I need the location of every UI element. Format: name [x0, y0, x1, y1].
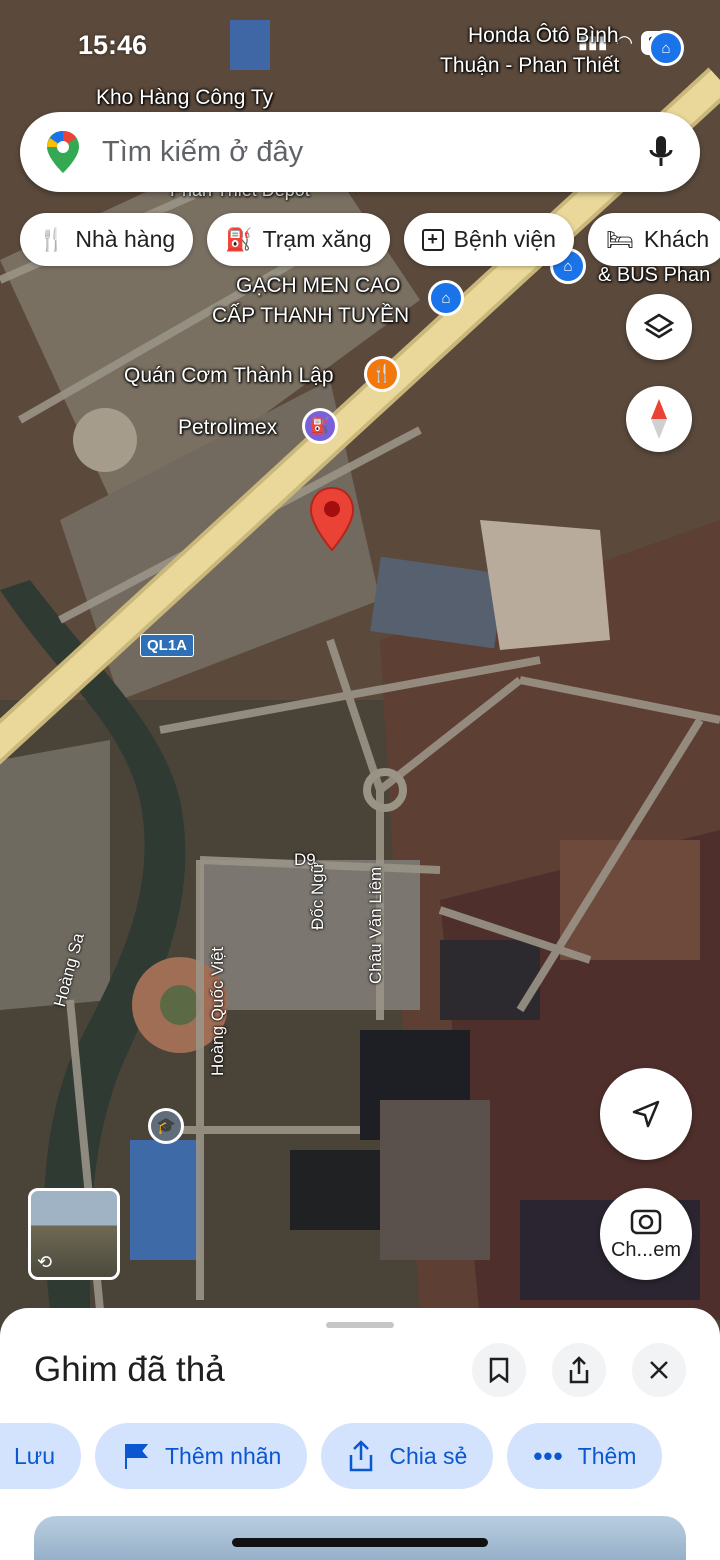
place-label-gach-men-2[interactable]: CẤP THANH TUYỀN	[212, 304, 409, 328]
dropped-pin-sheet: Ghim đã thả Lưu Thêm nhãn Chia sẻ ••• Th…	[0, 1308, 720, 1560]
search-bar[interactable]: Tìm kiếm ở đây	[20, 112, 700, 192]
add-label-button[interactable]: Thêm nhãn	[94, 1423, 308, 1489]
street-view-thumbnail[interactable]: ⟲	[28, 1188, 120, 1280]
place-label-honda[interactable]: Honda Ôtô Bình	[468, 24, 619, 48]
dropped-pin-icon[interactable]	[308, 486, 356, 552]
more-button[interactable]: ••• Thêm	[507, 1423, 663, 1489]
more-dots-icon: •••	[533, 1440, 564, 1471]
close-icon	[650, 1361, 668, 1379]
shopping-pin-icon[interactable]: ⌂	[648, 30, 684, 66]
road-label-hoang-quoc-viet: Hoàng Quốc Việt	[208, 946, 227, 1076]
chip-label: Bệnh viện	[453, 226, 556, 252]
more-label: Thêm	[577, 1442, 637, 1469]
chip-gas-stations[interactable]: ⛽ Trạm xăng	[207, 213, 390, 266]
category-chips: 🍴 Nhà hàng ⛽ Trạm xăng + Bệnh viện 🛏 Khá…	[20, 213, 720, 266]
chip-restaurants[interactable]: 🍴 Nhà hàng	[20, 213, 194, 266]
flag-icon	[124, 1444, 149, 1469]
camera-search-label: Ch...em	[610, 1238, 682, 1261]
home-indicator[interactable]	[232, 1538, 488, 1547]
chip-label: Trạm xăng	[262, 226, 372, 252]
gas-station-icon: ⛽	[225, 226, 253, 252]
chip-label: Nhà hàng	[75, 226, 176, 252]
my-location-button[interactable]	[600, 1068, 692, 1160]
restaurant-icon: 🍴	[38, 226, 66, 252]
close-button[interactable]	[632, 1343, 686, 1397]
restaurant-pin-icon[interactable]: 🍴	[364, 356, 400, 392]
share-label: Chia sẻ	[389, 1442, 468, 1469]
share-button[interactable]: Chia sẻ	[321, 1423, 494, 1489]
hospital-icon: +	[421, 228, 444, 251]
bookmark-icon	[489, 1357, 509, 1383]
action-chips: Lưu Thêm nhãn Chia sẻ ••• Thêm	[0, 1423, 663, 1489]
share-icon	[350, 1440, 373, 1472]
save-icon-button[interactable]	[472, 1343, 526, 1397]
hotel-icon: 🛏	[605, 226, 634, 252]
share-icon	[569, 1356, 589, 1384]
chip-label: Khách	[643, 226, 710, 252]
compass-icon	[651, 399, 667, 439]
shopping-pin-icon[interactable]: ⌂	[428, 280, 464, 316]
share-icon-button[interactable]	[552, 1343, 606, 1397]
school-pin-icon[interactable]: 🎓	[148, 1108, 184, 1144]
place-label-bus[interactable]: & BUS Phan	[598, 264, 710, 287]
navigation-arrow-icon	[632, 1100, 660, 1128]
street-view-icon: ⟲	[37, 1252, 53, 1272]
sheet-title: Ghim đã thả	[34, 1350, 225, 1389]
compass-button[interactable]	[626, 386, 692, 452]
place-label-gach-men[interactable]: GẠCH MEN CAO	[236, 274, 401, 298]
save-label: Lưu	[14, 1442, 55, 1469]
chip-hotels[interactable]: 🛏 Khách	[587, 213, 720, 266]
search-input[interactable]: Tìm kiếm ở đây	[102, 136, 648, 169]
microphone-icon[interactable]	[648, 134, 674, 170]
camera-search-button[interactable]: Ch...em	[600, 1188, 692, 1280]
layers-button[interactable]	[626, 294, 692, 360]
chip-hospitals[interactable]: + Bệnh viện	[403, 213, 574, 266]
road-shield-ql1a: QL1A	[140, 634, 195, 657]
status-time: 15:46	[78, 30, 148, 60]
place-label-quan-com[interactable]: Quán Cơm Thành Lập	[124, 364, 334, 388]
google-maps-logo-icon	[47, 131, 79, 173]
save-button[interactable]: Lưu	[0, 1423, 81, 1489]
gas-pin-icon[interactable]: ⛽	[302, 408, 338, 444]
camera-icon	[630, 1209, 662, 1234]
layers-icon	[644, 313, 674, 339]
place-label-honda-2[interactable]: Thuận - Phan Thiết	[440, 54, 619, 78]
place-label-petrolimex[interactable]: Petrolimex	[178, 416, 277, 440]
road-label-duc-ngu: Đốc Ngữ	[308, 861, 327, 930]
add-label-label: Thêm nhãn	[164, 1442, 282, 1469]
road-label-chau-van-liem: Châu Văn Liêm	[366, 866, 385, 984]
place-label-kho-hang[interactable]: Kho Hàng Công Ty	[96, 86, 273, 110]
sheet-drag-handle[interactable]	[326, 1322, 394, 1328]
